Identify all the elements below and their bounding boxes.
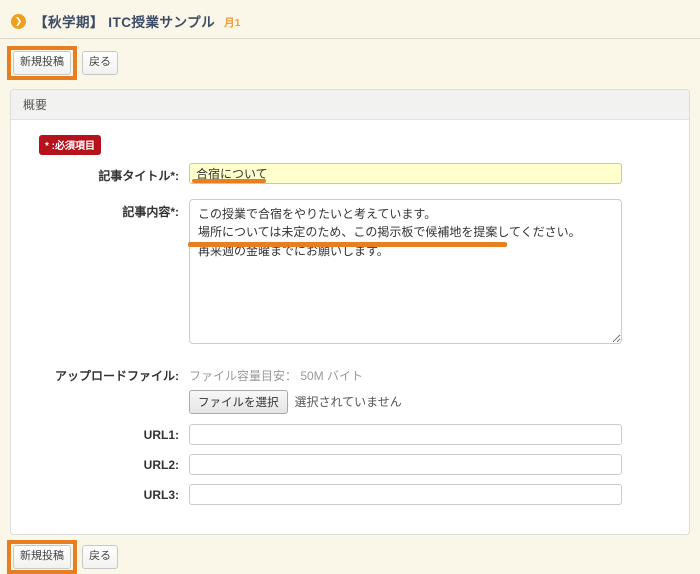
url3-row: URL3: bbox=[11, 484, 689, 505]
chevron-right-circle-icon: ❯ bbox=[11, 14, 26, 29]
article-title-label: 記事タイトル*: bbox=[11, 163, 189, 184]
file-select-button[interactable]: ファイルを選択 bbox=[189, 390, 288, 414]
upload-file-label: アップロードファイル: bbox=[11, 363, 189, 414]
top-toolbar: 新規投稿 戻る bbox=[0, 39, 700, 75]
url2-label: URL2: bbox=[11, 454, 189, 475]
panel-header: 概要 bbox=[11, 90, 689, 120]
bottom-toolbar: 新規投稿 戻る bbox=[0, 535, 700, 569]
url1-input[interactable] bbox=[189, 424, 622, 445]
url2-input[interactable] bbox=[189, 454, 622, 475]
panel-body: * :必須項目 記事タイトル*: 記事内容*: この授業で合宿をやりたいと考えて… bbox=[11, 120, 689, 534]
url1-label: URL1: bbox=[11, 424, 189, 445]
required-fields-badge: * :必須項目 bbox=[39, 135, 101, 155]
back-button-top[interactable]: 戻る bbox=[82, 51, 118, 75]
url3-label: URL3: bbox=[11, 484, 189, 505]
article-title-row: 記事タイトル*: bbox=[11, 163, 689, 184]
file-select-status: 選択されていません bbox=[295, 393, 402, 410]
page-header: ❯ 【秋学期】 ITC授業サンプル 月1 bbox=[0, 0, 700, 38]
article-content-textarea[interactable]: この授業で合宿をやりたいと考えています。 場所については未定のため、この掲示板で… bbox=[189, 199, 622, 344]
new-post-button-top[interactable]: 新規投稿 bbox=[13, 51, 71, 75]
new-post-button-bottom[interactable]: 新規投稿 bbox=[13, 545, 71, 569]
article-content-label: 記事内容*: bbox=[11, 199, 189, 349]
url2-row: URL2: bbox=[11, 454, 689, 475]
page-title: 【秋学期】 ITC授業サンプル bbox=[34, 11, 215, 31]
course-period-badge: 月1 bbox=[224, 13, 240, 30]
url3-input[interactable] bbox=[189, 484, 622, 505]
upload-size-hint: ファイル容量目安： 50M バイト bbox=[189, 363, 402, 384]
article-title-input[interactable] bbox=[189, 163, 622, 184]
overview-panel: 概要 * :必須項目 記事タイトル*: 記事内容*: この授業で合宿をやりたいと… bbox=[10, 89, 690, 535]
url1-row: URL1: bbox=[11, 424, 689, 445]
upload-file-row: アップロードファイル: ファイル容量目安： 50M バイト ファイルを選択 選択… bbox=[11, 363, 689, 414]
article-content-row: 記事内容*: この授業で合宿をやりたいと考えています。 場所については未定のため… bbox=[11, 199, 689, 349]
back-button-bottom[interactable]: 戻る bbox=[82, 545, 118, 569]
